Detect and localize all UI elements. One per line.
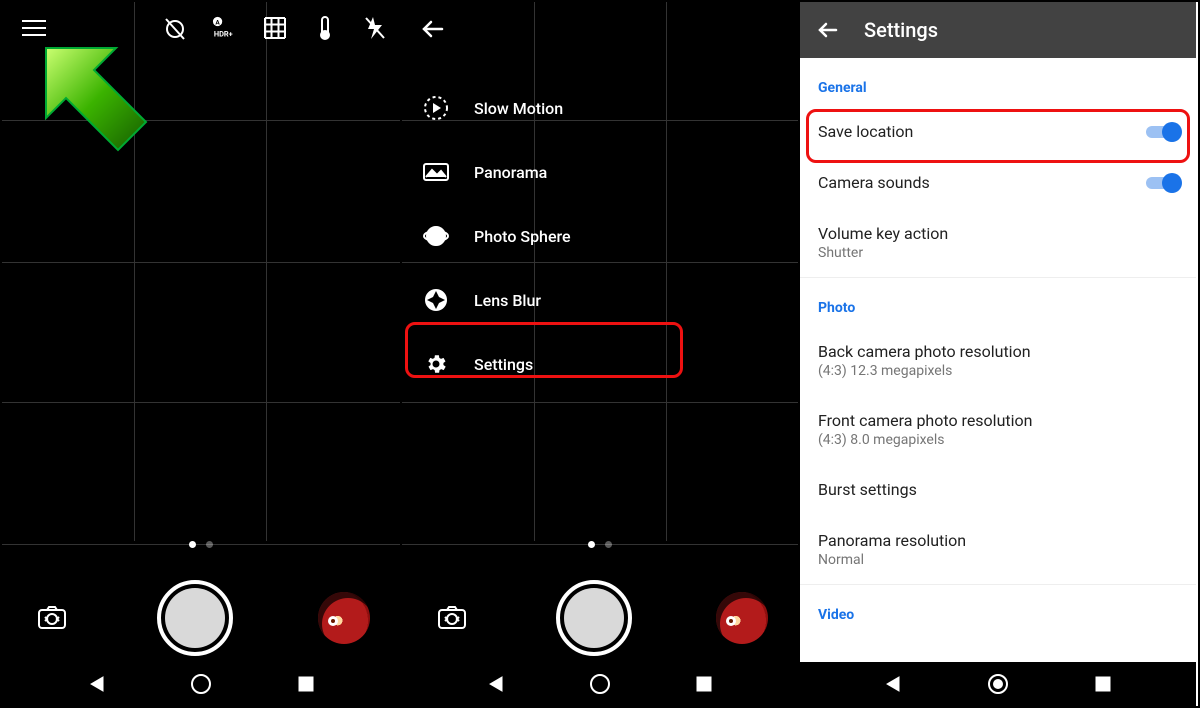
row-subtitle: (4:3) 12.3 megapixels [818,363,1178,379]
nav-home-icon[interactable] [590,674,610,694]
timer-off-icon[interactable] [162,15,188,41]
section-label-photo: Photo [800,278,1196,326]
gear-icon [422,350,450,378]
row-back-camera-resolution[interactable]: Back camera photo resolution (4:3) 12.3 … [800,326,1196,395]
nav-home-icon[interactable] [191,674,211,694]
flash-off-icon[interactable] [362,15,388,41]
row-title: Camera sounds [818,173,1178,192]
menu-label: Photo Sphere [474,227,571,246]
nav-recent-icon[interactable] [294,672,318,696]
back-arrow-icon[interactable] [420,16,446,42]
menu-label: Lens Blur [474,291,541,310]
row-title: Burst settings [818,480,1178,499]
switch-camera-icon[interactable] [432,598,472,638]
last-photo-thumbnail[interactable] [318,592,370,644]
camera-controls [402,580,798,656]
camera-tools: A HDR+ [162,2,388,54]
toggle-camera-sounds[interactable] [1146,173,1182,193]
row-subtitle: Normal [818,552,1178,568]
svg-text:HDR+: HDR+ [214,29,233,38]
menu-item-panorama[interactable]: Panorama [402,140,798,204]
mode-pager-dots [402,541,798,548]
dot-active [588,541,595,548]
lens-blur-icon [422,286,450,314]
dot-active [189,541,196,548]
white-balance-icon[interactable] [312,15,338,41]
row-subtitle: (4:3) 8.0 megapixels [818,432,1178,448]
row-panorama-resolution[interactable]: Panorama resolution Normal [800,515,1196,585]
row-title: Front camera photo resolution [818,411,1178,430]
menu-label: Settings [474,355,533,374]
row-subtitle: Shutter [818,245,1178,261]
nav-back-icon[interactable] [881,672,905,696]
row-title: Panorama resolution [818,531,1178,550]
menu-label: Slow Motion [474,99,563,118]
settings-body[interactable]: General Save location Camera sounds Volu… [800,58,1196,662]
dot-inactive [206,541,213,548]
back-arrow-icon[interactable] [816,18,840,42]
row-title: Back camera photo resolution [818,342,1178,361]
switch-camera-icon[interactable] [32,598,72,638]
menu-item-settings[interactable]: Settings [402,332,798,396]
pane-settings: Settings General Save location Camera so… [798,2,1196,706]
menu-icon[interactable] [22,20,46,36]
android-navbar [402,662,798,706]
slow-motion-icon [422,94,450,122]
last-photo-thumbnail[interactable] [716,592,768,644]
svg-text:A: A [215,18,220,26]
shutter-button[interactable] [556,580,632,656]
panorama-icon [422,158,450,186]
pane-camera-viewfinder: A HDR+ [2,2,400,706]
row-burst-settings[interactable]: Burst settings [800,464,1196,515]
shutter-inner [564,588,624,648]
camera-controls [2,580,400,656]
row-save-location[interactable]: Save location [800,106,1196,157]
nav-recent-icon[interactable] [692,672,716,696]
nav-back-icon[interactable] [484,672,508,696]
camera-mode-menu: Slow Motion Panorama Photo Sphere Lens B… [402,76,798,396]
dot-inactive [605,541,612,548]
nav-recent-icon[interactable] [1091,672,1115,696]
menu-label: Panorama [474,163,547,182]
triptych: A HDR+ [0,0,1200,708]
mode-pager-dots [2,541,400,548]
hdr-auto-icon[interactable]: A HDR+ [212,15,238,41]
row-title: Save location [818,122,1178,141]
android-navbar [2,662,400,706]
menu-item-slow-motion[interactable]: Slow Motion [402,76,798,140]
toggle-save-location[interactable] [1146,122,1182,142]
section-label-video: Video [800,585,1196,633]
settings-appbar: Settings [800,2,1196,58]
shutter-inner [165,588,225,648]
row-camera-sounds[interactable]: Camera sounds [800,157,1196,208]
shutter-button[interactable] [157,580,233,656]
row-volume-key-action[interactable]: Volume key action Shutter [800,208,1196,278]
menu-item-lens-blur[interactable]: Lens Blur [402,268,798,332]
appbar-title: Settings [864,18,938,42]
nav-back-icon[interactable] [85,672,109,696]
android-navbar [800,662,1196,706]
pane-camera-menu: Slow Motion Panorama Photo Sphere Lens B… [400,2,798,706]
menu-item-photo-sphere[interactable]: Photo Sphere [402,204,798,268]
row-front-camera-resolution[interactable]: Front camera photo resolution (4:3) 8.0 … [800,395,1196,464]
photo-sphere-icon [422,222,450,250]
nav-home-icon[interactable] [986,672,1010,696]
section-label-general: General [800,58,1196,106]
grid-icon[interactable] [262,15,288,41]
camera-topbar: A HDR+ [2,2,400,54]
row-title: Volume key action [818,224,1178,243]
